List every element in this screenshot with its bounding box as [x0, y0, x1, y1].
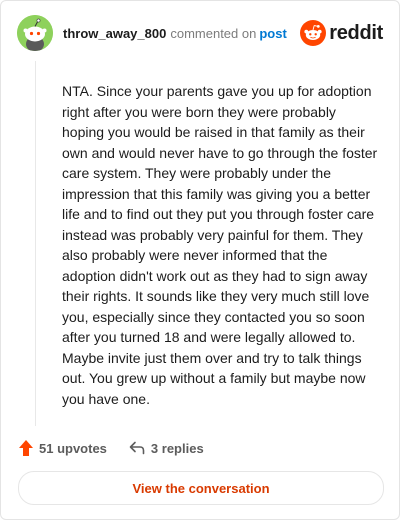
comment-header: throw_away_800 commented on post reddit [17, 15, 383, 55]
replies-button[interactable]: 3 replies [129, 441, 204, 456]
action-text: commented on [170, 26, 257, 41]
thread-line [35, 61, 36, 426]
reply-arrow-icon [129, 441, 145, 455]
reddit-wordmark: reddit [329, 21, 383, 44]
view-conversation-button[interactable]: View the conversation [18, 471, 384, 505]
username-link[interactable]: throw_away_800 [63, 26, 166, 41]
comment-attribution: throw_away_800 commented on post [63, 26, 287, 41]
upvote-count: 51 upvotes [39, 440, 107, 456]
upvote-arrow-icon [19, 440, 33, 456]
comment-body: NTA. Since your parents gave you up for … [62, 83, 378, 407]
snoo-avatar-icon[interactable] [17, 15, 53, 51]
reddit-logo[interactable]: reddit [300, 19, 383, 47]
reply-count: 3 replies [150, 440, 204, 456]
comment-actions: 51 upvotes 3 replies [19, 437, 204, 459]
upvote-button[interactable]: 51 upvotes [19, 440, 107, 456]
post-link[interactable]: post [259, 26, 286, 41]
comment-card: throw_away_800 commented on post reddit NT… [0, 0, 400, 520]
reddit-logo-icon [300, 20, 327, 46]
